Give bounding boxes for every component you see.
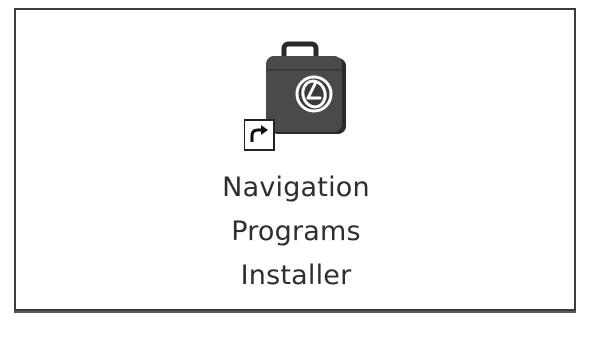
shortcut-arrow-icon: [244, 119, 275, 151]
shortcut-icon[interactable]: [244, 38, 348, 154]
frame-bottom-edge: [14, 311, 576, 313]
shortcut-label[interactable]: Navigation Programs Installer: [196, 166, 396, 298]
shortcut-label-line-1: Navigation: [222, 172, 370, 203]
shortcut-label-line-2: Programs: [231, 216, 361, 247]
briefcase-logo-icon: [244, 41, 346, 151]
screenshot-page: Navigation Programs Installer: [0, 0, 593, 345]
shortcut-label-line-3: Installer: [240, 260, 352, 291]
navigation-programs-installer-shortcut[interactable]: Navigation Programs Installer: [196, 38, 396, 300]
